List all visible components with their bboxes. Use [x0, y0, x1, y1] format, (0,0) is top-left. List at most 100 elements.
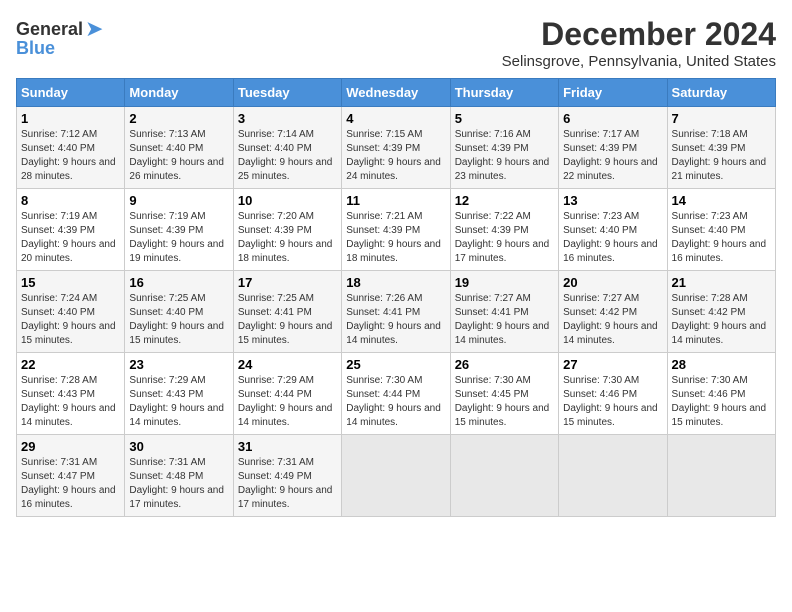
calendar-cell: 23 Sunrise: 7:29 AMSunset: 4:43 PMDayligh… [125, 353, 233, 435]
calendar-cell: 3 Sunrise: 7:14 AMSunset: 4:40 PMDaylight… [233, 107, 341, 189]
col-header-saturday: Saturday [667, 79, 775, 107]
day-info: Sunrise: 7:30 AMSunset: 4:46 PMDaylight:… [672, 374, 771, 430]
col-header-wednesday: Wednesday [342, 79, 450, 107]
day-number: 16 [129, 275, 228, 290]
day-number: 9 [129, 193, 228, 208]
col-header-friday: Friday [559, 79, 667, 107]
day-info: Sunrise: 7:28 AMSunset: 4:43 PMDaylight:… [21, 374, 120, 430]
day-info: Sunrise: 7:19 AMSunset: 4:39 PMDaylight:… [21, 210, 120, 266]
calendar-cell: 31 Sunrise: 7:31 AMSunset: 4:49 PMDayligh… [233, 435, 341, 517]
day-number: 27 [563, 357, 662, 372]
day-info: Sunrise: 7:31 AMSunset: 4:48 PMDaylight:… [129, 456, 228, 512]
calendar-cell: 4 Sunrise: 7:15 AMSunset: 4:39 PMDaylight… [342, 107, 450, 189]
calendar-cell: 1 Sunrise: 7:12 AMSunset: 4:40 PMDaylight… [17, 107, 125, 189]
day-info: Sunrise: 7:29 AMSunset: 4:43 PMDaylight:… [129, 374, 228, 430]
calendar-cell: 28Sunrise: 7:30 AMSunset: 4:46 PMDayligh… [667, 353, 775, 435]
col-header-sunday: Sunday [17, 79, 125, 107]
day-info: Sunrise: 7:17 AMSunset: 4:39 PMDaylight:… [563, 128, 662, 184]
day-info: Sunrise: 7:15 AMSunset: 4:39 PMDaylight:… [346, 128, 445, 184]
day-info: Sunrise: 7:21 AMSunset: 4:39 PMDaylight:… [346, 210, 445, 266]
day-info: Sunrise: 7:26 AMSunset: 4:41 PMDaylight:… [346, 292, 445, 348]
day-number: 1 [21, 111, 120, 126]
day-info: Sunrise: 7:13 AMSunset: 4:40 PMDaylight:… [129, 128, 228, 184]
day-number: 26 [455, 357, 554, 372]
day-number: 10 [238, 193, 337, 208]
day-number: 7 [672, 111, 771, 126]
calendar-cell: 13Sunrise: 7:23 AMSunset: 4:40 PMDayligh… [559, 189, 667, 271]
logo-general: General [16, 19, 83, 40]
logo: General ➤ Blue [16, 16, 103, 59]
calendar-cell: 22 Sunrise: 7:28 AMSunset: 4:43 PMDayligh… [17, 353, 125, 435]
day-info: Sunrise: 7:27 AMSunset: 4:41 PMDaylight:… [455, 292, 554, 348]
day-info: Sunrise: 7:25 AMSunset: 4:41 PMDaylight:… [238, 292, 337, 348]
calendar-cell: 15Sunrise: 7:24 AMSunset: 4:40 PMDayligh… [17, 271, 125, 353]
day-number: 14 [672, 193, 771, 208]
calendar-cell [559, 435, 667, 517]
day-info: Sunrise: 7:31 AMSunset: 4:47 PMDaylight:… [21, 456, 120, 512]
calendar-cell: 29 Sunrise: 7:31 AMSunset: 4:47 PMDayligh… [17, 435, 125, 517]
calendar-cell [667, 435, 775, 517]
calendar-cell [450, 435, 558, 517]
calendar-cell: 16Sunrise: 7:25 AMSunset: 4:40 PMDayligh… [125, 271, 233, 353]
calendar-week-row: 15Sunrise: 7:24 AMSunset: 4:40 PMDayligh… [17, 271, 776, 353]
col-header-tuesday: Tuesday [233, 79, 341, 107]
day-number: 5 [455, 111, 554, 126]
month-title: December 2024 [502, 16, 776, 53]
day-number: 19 [455, 275, 554, 290]
day-number: 31 [238, 439, 337, 454]
location-title: Selinsgrove, Pennsylvania, United States [502, 53, 776, 70]
day-number: 11 [346, 193, 445, 208]
calendar-cell: 25Sunrise: 7:30 AMSunset: 4:44 PMDayligh… [342, 353, 450, 435]
calendar-cell [342, 435, 450, 517]
calendar-cell: 19 Sunrise: 7:27 AMSunset: 4:41 PMDayligh… [450, 271, 558, 353]
logo-bird-icon: ➤ [85, 16, 103, 42]
day-number: 22 [21, 357, 120, 372]
day-info: Sunrise: 7:24 AMSunset: 4:40 PMDaylight:… [21, 292, 120, 348]
day-number: 21 [672, 275, 771, 290]
calendar-cell: 9 Sunrise: 7:19 AMSunset: 4:39 PMDaylight… [125, 189, 233, 271]
calendar-cell: 20Sunrise: 7:27 AMSunset: 4:42 PMDayligh… [559, 271, 667, 353]
calendar-cell: 10 Sunrise: 7:20 AMSunset: 4:39 PMDayligh… [233, 189, 341, 271]
calendar-cell: 11 Sunrise: 7:21 AMSunset: 4:39 PMDayligh… [342, 189, 450, 271]
day-number: 3 [238, 111, 337, 126]
day-info: Sunrise: 7:20 AMSunset: 4:39 PMDaylight:… [238, 210, 337, 266]
day-info: Sunrise: 7:16 AMSunset: 4:39 PMDaylight:… [455, 128, 554, 184]
col-header-thursday: Thursday [450, 79, 558, 107]
day-number: 20 [563, 275, 662, 290]
logo-blue: Blue [16, 38, 55, 59]
day-info: Sunrise: 7:28 AMSunset: 4:42 PMDaylight:… [672, 292, 771, 348]
calendar-cell: 24Sunrise: 7:29 AMSunset: 4:44 PMDayligh… [233, 353, 341, 435]
day-number: 18 [346, 275, 445, 290]
calendar-cell: 26Sunrise: 7:30 AMSunset: 4:45 PMDayligh… [450, 353, 558, 435]
day-info: Sunrise: 7:29 AMSunset: 4:44 PMDaylight:… [238, 374, 337, 430]
day-number: 13 [563, 193, 662, 208]
calendar-cell: 17 Sunrise: 7:25 AMSunset: 4:41 PMDayligh… [233, 271, 341, 353]
calendar-week-row: 22 Sunrise: 7:28 AMSunset: 4:43 PMDayligh… [17, 353, 776, 435]
day-info: Sunrise: 7:12 AMSunset: 4:40 PMDaylight:… [21, 128, 120, 184]
calendar-cell: 5 Sunrise: 7:16 AMSunset: 4:39 PMDaylight… [450, 107, 558, 189]
calendar-cell: 7Sunrise: 7:18 AMSunset: 4:39 PMDaylight… [667, 107, 775, 189]
day-number: 17 [238, 275, 337, 290]
day-number: 4 [346, 111, 445, 126]
calendar-cell: 30 Sunrise: 7:31 AMSunset: 4:48 PMDayligh… [125, 435, 233, 517]
day-number: 2 [129, 111, 228, 126]
col-header-monday: Monday [125, 79, 233, 107]
calendar-cell: 14 Sunrise: 7:23 AMSunset: 4:40 PMDayligh… [667, 189, 775, 271]
day-info: Sunrise: 7:23 AMSunset: 4:40 PMDaylight:… [672, 210, 771, 266]
day-number: 30 [129, 439, 228, 454]
calendar-week-row: 8Sunrise: 7:19 AMSunset: 4:39 PMDaylight… [17, 189, 776, 271]
day-info: Sunrise: 7:14 AMSunset: 4:40 PMDaylight:… [238, 128, 337, 184]
calendar-table: SundayMondayTuesdayWednesdayThursdayFrid… [16, 78, 776, 517]
header: General ➤ Blue December 2024 Selinsgrove… [16, 16, 776, 70]
day-info: Sunrise: 7:31 AMSunset: 4:49 PMDaylight:… [238, 456, 337, 512]
calendar-cell: 8Sunrise: 7:19 AMSunset: 4:39 PMDaylight… [17, 189, 125, 271]
day-info: Sunrise: 7:22 AMSunset: 4:39 PMDaylight:… [455, 210, 554, 266]
day-info: Sunrise: 7:19 AMSunset: 4:39 PMDaylight:… [129, 210, 228, 266]
calendar-cell: 18 Sunrise: 7:26 AMSunset: 4:41 PMDayligh… [342, 271, 450, 353]
day-info: Sunrise: 7:30 AMSunset: 4:46 PMDaylight:… [563, 374, 662, 430]
day-number: 23 [129, 357, 228, 372]
day-number: 29 [21, 439, 120, 454]
day-number: 12 [455, 193, 554, 208]
calendar-cell: 21 Sunrise: 7:28 AMSunset: 4:42 PMDayligh… [667, 271, 775, 353]
calendar-cell: 12 Sunrise: 7:22 AMSunset: 4:39 PMDayligh… [450, 189, 558, 271]
